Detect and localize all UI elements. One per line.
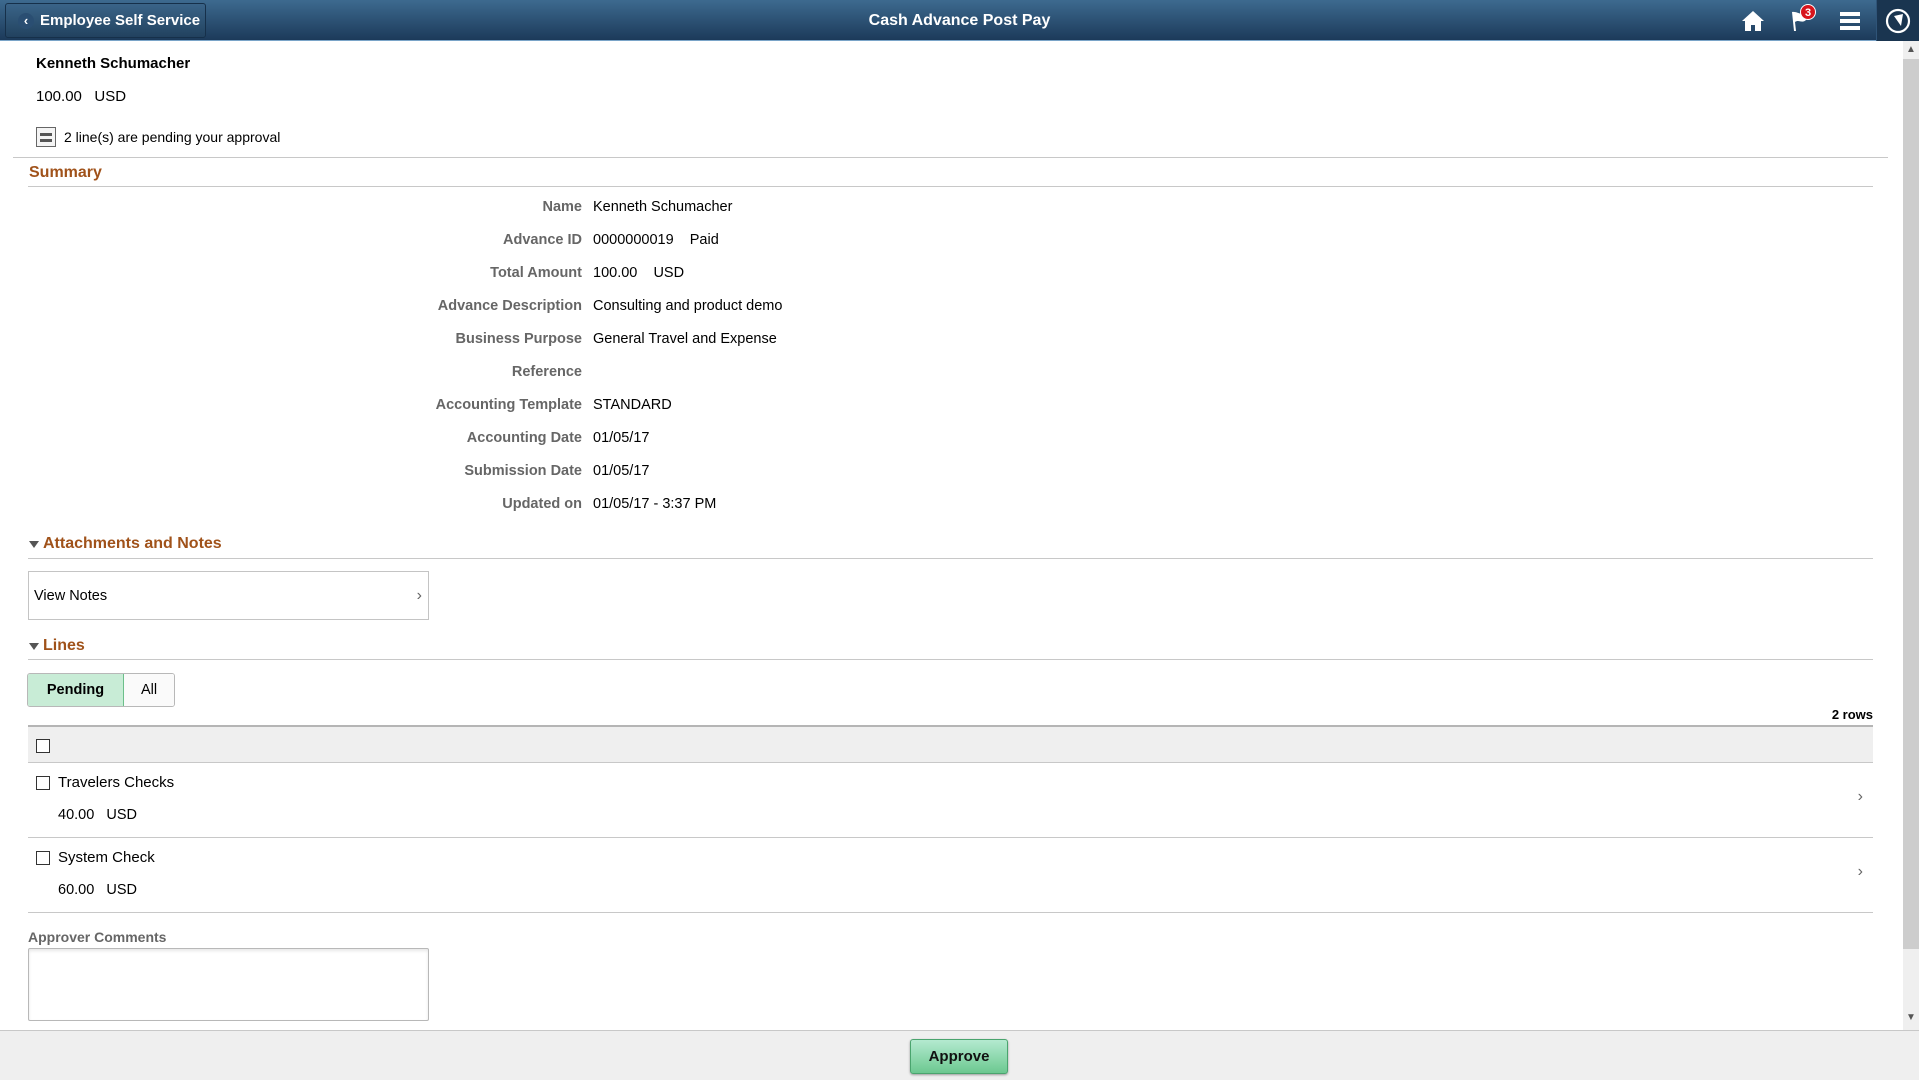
line-amount: 40.00 USD: [58, 807, 137, 823]
summary-field-updated-on: Updated on 01/05/17 - 3:37 PM: [0, 496, 716, 516]
field-label: Submission Date: [464, 463, 582, 479]
chevron-left-icon: ‹: [18, 12, 34, 29]
notification-badge: 3: [1800, 4, 1816, 20]
app-header: ‹ Employee Self Service Cash Advance Pos…: [0, 0, 1919, 41]
field-label: Updated on: [502, 496, 582, 512]
approver-comments-input[interactable]: [28, 948, 429, 1021]
section-lines-title: Lines: [43, 637, 85, 654]
summary-field-name: Name Kenneth Schumacher: [0, 199, 733, 219]
summary-field-reference: Reference: [0, 364, 593, 384]
field-label: Reference: [511, 364, 582, 380]
field-value: Kenneth Schumacher: [593, 199, 733, 215]
section-lines-toggle[interactable]: Lines: [29, 637, 85, 655]
navbar-button[interactable]: [1876, 0, 1919, 41]
employee-name: Kenneth Schumacher: [36, 55, 191, 72]
collapse-triangle-icon: [29, 642, 39, 650]
field-label: Advance Description: [437, 298, 582, 314]
select-all-checkbox[interactable]: [36, 739, 50, 753]
line-amount: 60.00 USD: [58, 882, 137, 898]
summary-field-advance-description: Advance Description Consulting and produ…: [0, 298, 783, 318]
view-notes-label: View Notes: [34, 587, 108, 604]
row-checkbox[interactable]: [36, 776, 50, 790]
chevron-right-icon[interactable]: ›: [1858, 788, 1863, 806]
field-value: STANDARD: [593, 397, 672, 413]
lines-grid-header: [28, 725, 1873, 763]
page-title: Cash Advance Post Pay: [868, 12, 1051, 29]
filter-all-button[interactable]: All: [124, 674, 174, 706]
pending-list-icon: [36, 127, 56, 147]
chevron-right-icon: ›: [416, 586, 422, 604]
field-label: Name: [542, 199, 583, 215]
actions-menu-button[interactable]: [1835, 6, 1865, 36]
table-row[interactable]: System Check 60.00 USD ›: [28, 839, 1873, 913]
summary-field-accounting-template: Accounting Template STANDARD: [0, 397, 672, 417]
row-checkbox[interactable]: [36, 851, 50, 865]
actions-menu-icon: [1840, 12, 1860, 30]
field-label: Accounting Template: [435, 397, 582, 413]
line-description: Travelers Checks: [58, 774, 175, 791]
lines-filter-segmented: Pending All: [27, 673, 175, 707]
pending-message-text: 2 line(s) are pending your approval: [64, 129, 281, 145]
table-row[interactable]: Travelers Checks 40.00 USD ›: [28, 764, 1873, 838]
divider: [28, 558, 1873, 559]
summary-field-business-purpose: Business Purpose General Travel and Expe…: [0, 331, 777, 351]
footer-bar: Approve: [0, 1030, 1919, 1080]
field-value: 01/05/17: [593, 430, 650, 446]
back-button[interactable]: ‹ Employee Self Service: [5, 3, 206, 38]
notifications-button[interactable]: 3: [1786, 4, 1816, 36]
summary-field-advance-id: Advance ID 0000000019 Paid: [0, 232, 719, 252]
row-count: 2 rows: [1831, 707, 1873, 722]
summary-field-total-amount: Total Amount 100.00 USD: [0, 265, 684, 285]
filter-pending-button[interactable]: Pending: [28, 674, 124, 706]
collapse-triangle-icon: [29, 540, 39, 548]
home-icon: [1742, 11, 1764, 31]
home-button[interactable]: [1738, 6, 1768, 36]
field-label: Business Purpose: [455, 331, 582, 347]
scroll-down-arrow-icon[interactable]: ▼: [1903, 1009, 1919, 1026]
view-notes-link[interactable]: View Notes ›: [28, 571, 429, 620]
scrollbar-thumb[interactable]: [1903, 59, 1919, 949]
approve-button[interactable]: Approve: [910, 1039, 1008, 1074]
summary-field-accounting-date: Accounting Date 01/05/17: [0, 430, 650, 450]
field-label: Accounting Date: [466, 430, 582, 446]
back-button-label: Employee Self Service: [40, 12, 201, 29]
field-value: 0000000019 Paid: [593, 232, 719, 248]
chevron-right-icon[interactable]: ›: [1858, 863, 1863, 881]
divider: [28, 186, 1873, 187]
pending-approval-message: 2 line(s) are pending your approval: [36, 127, 280, 147]
divider: [28, 659, 1873, 660]
navbar-compass-icon: [1885, 8, 1911, 34]
field-label: Total Amount: [490, 265, 582, 281]
field-label: Advance ID: [503, 232, 582, 248]
summary-field-submission-date: Submission Date 01/05/17: [0, 463, 649, 483]
field-value: 01/05/17 - 3:37 PM: [593, 496, 717, 512]
section-attachments-title: Attachments and Notes: [43, 535, 222, 552]
field-value: 01/05/17: [593, 463, 650, 479]
approver-comments-label: Approver Comments: [28, 929, 167, 945]
divider: [13, 157, 1888, 158]
section-summary-title: Summary: [29, 164, 102, 181]
employee-amount: 100.00 USD: [36, 88, 127, 105]
scroll-up-arrow-icon[interactable]: ▲: [1903, 41, 1919, 58]
line-description: System Check: [58, 849, 155, 866]
field-value: General Travel and Expense: [593, 331, 777, 347]
field-value: 100.00 USD: [593, 265, 685, 281]
section-attachments-toggle[interactable]: Attachments and Notes: [29, 535, 222, 553]
page-scrollbar[interactable]: ▲ ▼: [1903, 41, 1919, 1030]
field-value: Consulting and product demo: [593, 298, 783, 314]
